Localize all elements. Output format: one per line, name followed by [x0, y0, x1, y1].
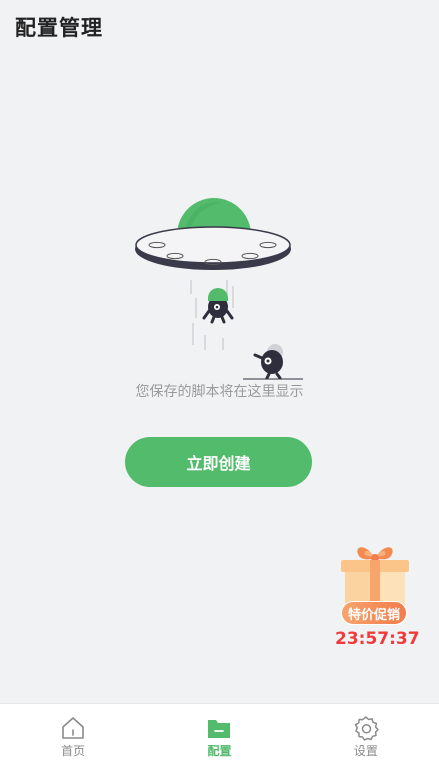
empty-state-illustration: [125, 190, 305, 385]
gear-icon: [353, 715, 379, 741]
home-icon: [60, 715, 86, 741]
tab-home[interactable]: 首页: [0, 704, 146, 763]
config-management-page: 配置管理 您保存的脚本将在这里显示 立即创建 特价促销 23:57:37 首页 …: [0, 0, 439, 763]
promo-widget[interactable]: 特价促销 23:57:37: [335, 540, 420, 655]
tab-config[interactable]: 配置: [146, 704, 292, 763]
ufo-illustration: [135, 198, 303, 380]
promo-countdown: 23:57:37: [335, 629, 420, 649]
tab-settings-label: 设置: [353, 744, 378, 758]
tab-config-label: 配置: [207, 744, 232, 758]
tab-settings[interactable]: 设置: [293, 704, 439, 763]
gift-box-icon: [341, 547, 409, 606]
tab-home-label: 首页: [61, 744, 86, 758]
folder-icon: [206, 715, 232, 741]
page-title: 配置管理: [15, 16, 103, 40]
empty-state-message: 您保存的脚本将在这里显示: [135, 384, 304, 400]
bottom-tab-bar: 首页 配置 设置: [0, 703, 439, 763]
create-now-button[interactable]: 立即创建: [125, 437, 312, 487]
promo-badge: 特价促销: [341, 601, 407, 625]
